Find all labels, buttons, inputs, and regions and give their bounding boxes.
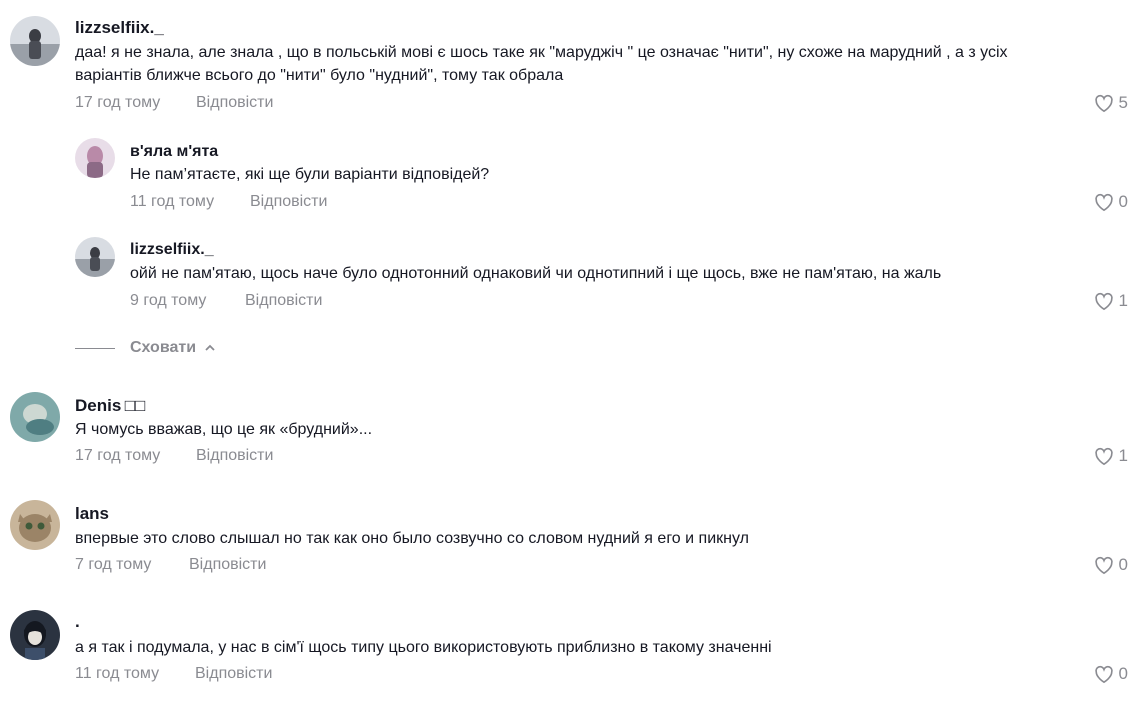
heart-icon — [1094, 292, 1113, 311]
like-count: 0 — [1118, 664, 1128, 683]
heart-icon — [1094, 193, 1113, 212]
comment-username[interactable]: . — [75, 612, 80, 632]
comment-text: Не пам’ятаєте, які ще були варіанти відп… — [130, 166, 490, 183]
like-button[interactable]: 0 — [1093, 555, 1128, 575]
reply-button[interactable]: Відповісти — [195, 664, 272, 684]
avatar[interactable] — [10, 16, 60, 66]
comment-username[interactable]: Denis □□ — [75, 396, 145, 416]
like-button[interactable]: 0 — [1093, 192, 1128, 212]
comment-text: а я так і подумала, у нас в сім'ї щось т… — [75, 639, 772, 656]
like-button[interactable]: 0 — [1093, 664, 1128, 684]
reply-button[interactable]: Відповісти — [196, 93, 273, 113]
heart-icon — [1094, 94, 1113, 113]
comment-timestamp: 9 год тому — [130, 292, 207, 309]
like-count: 5 — [1118, 93, 1128, 112]
comment-username[interactable]: lizzselfiix._ — [130, 240, 214, 260]
comment-timestamp: 7 год тому — [75, 556, 152, 573]
like-count: 1 — [1118, 291, 1128, 310]
comment-text: варіантів ближче всього до "нити" було "… — [75, 67, 564, 84]
like-button[interactable]: 1 — [1093, 291, 1128, 311]
reply-button[interactable]: Відповісти — [250, 192, 327, 212]
comment-text: впервые это слово слышал но так как оно … — [75, 530, 749, 547]
chevron-up-icon — [205, 344, 215, 351]
comment-text: Я чомусь вважав, що це як «брудний»... — [75, 421, 373, 438]
like-count: 0 — [1118, 192, 1128, 211]
comment-username[interactable]: в'яла м'ята — [130, 142, 218, 162]
avatar[interactable] — [10, 610, 60, 660]
hide-replies-button[interactable]: Сховати — [75, 338, 216, 358]
avatar[interactable] — [75, 138, 115, 178]
avatar[interactable] — [10, 500, 60, 550]
avatar[interactable] — [10, 392, 60, 442]
comment-username[interactable]: lans — [75, 504, 109, 524]
comment-username[interactable]: lizzselfiix._ — [75, 18, 164, 38]
comment-text: ойй не пам'ятаю, щось наче було однотонн… — [130, 265, 942, 282]
heart-icon — [1094, 665, 1113, 684]
comment-timestamp: 11 год тому — [75, 665, 160, 682]
heart-icon — [1094, 556, 1113, 575]
hide-replies-label: Сховати — [130, 339, 197, 356]
avatar[interactable] — [75, 237, 115, 277]
like-count: 0 — [1118, 555, 1128, 574]
comment-timestamp: 11 год тому — [130, 193, 215, 210]
divider-line — [75, 347, 115, 349]
comments-thread: lizzselfiix._ даа! я не знала, але знала… — [0, 0, 1146, 712]
comment-text: даа! я не знала, але знала , що в польсь… — [75, 44, 1008, 61]
like-button[interactable]: 1 — [1093, 446, 1128, 466]
reply-button[interactable]: Відповісти — [189, 555, 266, 575]
reply-button[interactable]: Відповісти — [245, 291, 322, 311]
comment-timestamp: 17 год тому — [75, 447, 161, 464]
reply-button[interactable]: Відповісти — [196, 446, 273, 466]
heart-icon — [1094, 447, 1113, 466]
like-button[interactable]: 5 — [1093, 93, 1128, 113]
comment-timestamp: 17 год тому — [75, 94, 161, 111]
like-count: 1 — [1118, 446, 1128, 465]
